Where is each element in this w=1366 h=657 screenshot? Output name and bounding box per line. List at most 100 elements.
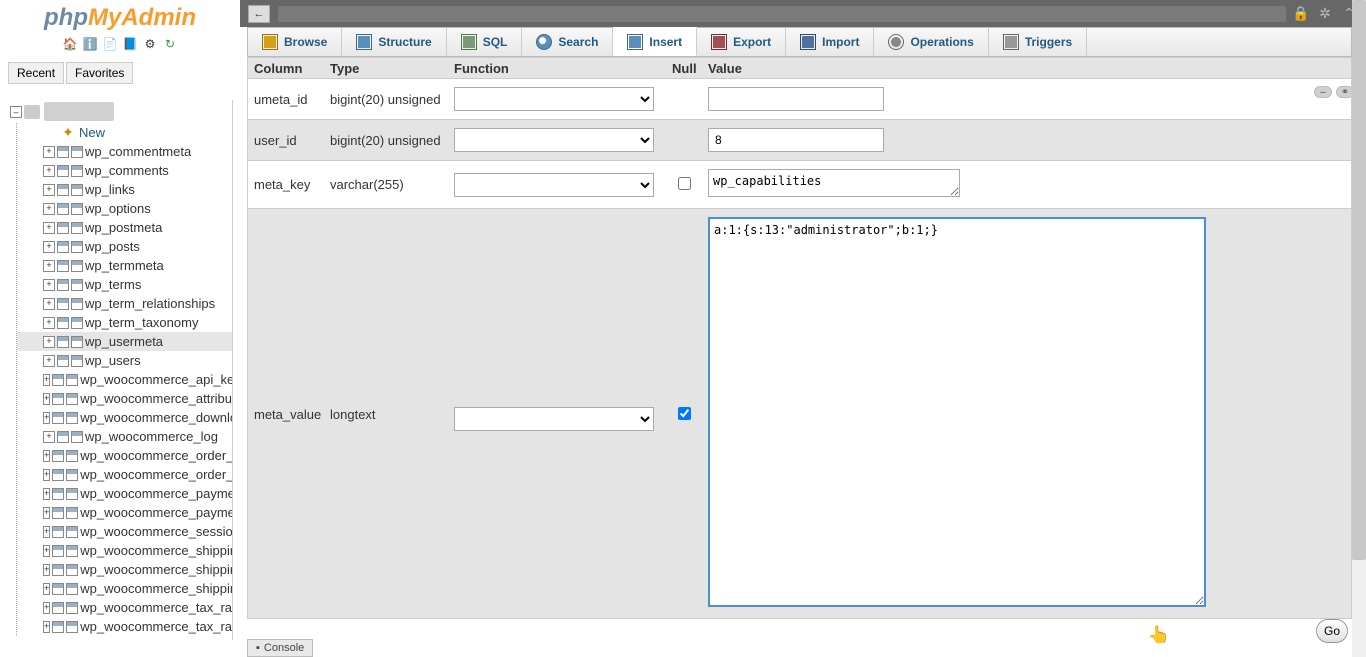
tab-search[interactable]: Search [522, 28, 613, 56]
expand-icon[interactable]: + [43, 564, 50, 576]
sidebar-table-wp_term_relationships[interactable]: +wp_term_relationships [17, 294, 232, 313]
scrollbar-thumb[interactable] [1352, 0, 1366, 560]
expand-icon[interactable]: + [43, 355, 55, 367]
sidebar-table-wp_woocommerce_shippir[interactable]: +wp_woocommerce_shippir [17, 541, 232, 560]
function-select-meta-key[interactable] [454, 173, 654, 197]
sql-tab-icon [461, 34, 477, 50]
db-root[interactable]: – [2, 100, 232, 123]
function-select-user-id[interactable] [454, 128, 654, 152]
sidebar-table-wp_woocommerce_api_ke[interactable]: +wp_woocommerce_api_ke [17, 370, 232, 389]
settings-icon[interactable]: ⚙ [142, 36, 158, 52]
expand-icon[interactable]: + [43, 203, 55, 215]
expand-icon[interactable]: + [43, 507, 50, 519]
expand-icon[interactable]: + [43, 336, 55, 348]
sidebar-table-wp_woocommerce_order_[interactable]: +wp_woocommerce_order_ [17, 446, 232, 465]
expand-icon[interactable]: + [43, 241, 55, 253]
sidebar-table-wp_usermeta[interactable]: + wp_usermeta [17, 332, 232, 351]
sidebar-table-wp_posts[interactable]: +wp_posts [17, 237, 232, 256]
value-input-umeta-id[interactable] [708, 87, 884, 111]
expand-icon[interactable]: + [43, 621, 50, 633]
sidebar-table-wp_termmeta[interactable]: +wp_termmeta [17, 256, 232, 275]
expand-icon[interactable]: + [43, 317, 55, 329]
table-icon [52, 374, 64, 386]
function-select-meta-value[interactable] [454, 407, 654, 431]
value-textarea-meta-value[interactable] [708, 217, 1206, 607]
col-type-meta-value: longtext [324, 217, 448, 422]
help-icon[interactable]: ℹ️ [82, 36, 98, 52]
sidebar-table-wp_woocommerce_payme[interactable]: +wp_woocommerce_payme [17, 484, 232, 503]
console-toggle[interactable]: ▪ Console [247, 639, 313, 657]
sidebar-table-wp_woocommerce_log[interactable]: +wp_woocommerce_log [17, 427, 232, 446]
sidebar-table-wp_woocommerce_shippir[interactable]: +wp_woocommerce_shippir [17, 579, 232, 598]
home-icon[interactable]: 🏠 [62, 36, 78, 52]
sidebar-table-wp_postmeta[interactable]: +wp_postmeta [17, 218, 232, 237]
sidebar-table-wp_woocommerce_payme[interactable]: +wp_woocommerce_payme [17, 503, 232, 522]
expand-icon[interactable]: + [43, 279, 55, 291]
sidebar-table-wp_woocommerce_shippir[interactable]: +wp_woocommerce_shippir [17, 560, 232, 579]
function-select-umeta-id[interactable] [454, 87, 654, 111]
expand-icon[interactable]: + [43, 260, 55, 272]
sidebar-table-wp_woocommerce_attribu[interactable]: +wp_woocommerce_attribu [17, 389, 232, 408]
expand-icon[interactable]: + [43, 165, 55, 177]
tab-structure[interactable]: Structure [342, 28, 446, 56]
tab-browse[interactable]: Browse [248, 28, 342, 56]
reload-icon[interactable]: ↻ [162, 36, 178, 52]
tab-export[interactable]: Export [697, 28, 786, 56]
sidebar-table-wp_links[interactable]: +wp_links [17, 180, 232, 199]
expand-icon[interactable]: + [43, 146, 55, 158]
expand-icon[interactable]: + [43, 602, 50, 614]
value-textarea-meta-key[interactable]: <span class="spellerr"></span> [708, 169, 960, 197]
docs-icon[interactable]: 📘 [122, 36, 138, 52]
sidebar-table-wp_commentmeta[interactable]: +wp_commentmeta [17, 142, 232, 161]
lock-icon[interactable]: 🔒 [1292, 5, 1310, 23]
search-icon [536, 34, 552, 50]
favorites-button[interactable]: Favorites [66, 62, 133, 84]
tab-triggers[interactable]: Triggers [989, 28, 1087, 56]
table-label: wp_term_taxonomy [85, 315, 198, 330]
go-button[interactable]: Go [1316, 619, 1348, 643]
sidebar-table-wp_woocommerce_tax_rat[interactable]: + wp_woocommerce_tax_rat [17, 598, 232, 617]
sidebar-table-wp_options[interactable]: +wp_options [17, 199, 232, 218]
expand-icon[interactable]: + [43, 222, 55, 234]
tab-operations[interactable]: Operations [874, 28, 988, 56]
collapse-icon[interactable]: – [10, 106, 22, 118]
table-label: wp_woocommerce_tax_rat [80, 600, 233, 615]
sidebar-table-wp_users[interactable]: +wp_users [17, 351, 232, 370]
expand-icon[interactable]: + [43, 431, 55, 443]
tab-sql[interactable]: SQL [447, 28, 523, 56]
table-icon [71, 431, 83, 443]
expand-icon[interactable]: + [43, 374, 50, 386]
recent-button[interactable]: Recent [8, 62, 64, 84]
new-table-item[interactable]: ✦ New [17, 123, 232, 142]
sql-icon[interactable]: 📄 [102, 36, 118, 52]
back-button[interactable]: ← [248, 5, 270, 23]
sidebar-table-wp_woocommerce_sessio[interactable]: +wp_woocommerce_sessio [17, 522, 232, 541]
table-icon [52, 469, 64, 481]
expand-icon[interactable]: + [43, 583, 50, 595]
tab-import[interactable]: Import [786, 28, 874, 56]
tab-insert[interactable]: Insert [613, 27, 697, 56]
expand-icon[interactable]: + [43, 184, 55, 196]
table-label: wp_usermeta [85, 334, 163, 349]
sidebar-table-wp_comments[interactable]: +wp_comments [17, 161, 232, 180]
value-input-user-id[interactable] [708, 128, 884, 152]
sidebar-table-wp_woocommerce_order_[interactable]: +wp_woocommerce_order_ [17, 465, 232, 484]
table-icon [71, 317, 83, 329]
sidebar-table-wp_terms[interactable]: +wp_terms [17, 275, 232, 294]
sidebar-table-wp_woocommerce_downlo[interactable]: +wp_woocommerce_downlo [17, 408, 232, 427]
expand-icon[interactable]: + [43, 412, 50, 424]
null-checkbox-meta-value[interactable] [678, 407, 691, 420]
table-icon [57, 355, 69, 367]
expand-icon[interactable]: + [43, 450, 50, 462]
sidebar-table-wp_term_taxonomy[interactable]: + wp_term_taxonomy [17, 313, 232, 332]
table-icon [71, 146, 83, 158]
expand-icon[interactable]: + [43, 469, 50, 481]
expand-icon[interactable]: + [43, 393, 50, 405]
expand-icon[interactable]: + [43, 298, 55, 310]
sidebar-table-wp_woocommerce_tax_rat[interactable]: +wp_woocommerce_tax_rat [17, 617, 232, 636]
expand-icon[interactable]: + [43, 488, 50, 500]
null-checkbox-meta-key[interactable] [678, 177, 691, 190]
expand-icon[interactable]: + [43, 545, 50, 557]
expand-icon[interactable]: + [43, 526, 50, 538]
gear-icon[interactable]: ✲ [1316, 5, 1334, 23]
